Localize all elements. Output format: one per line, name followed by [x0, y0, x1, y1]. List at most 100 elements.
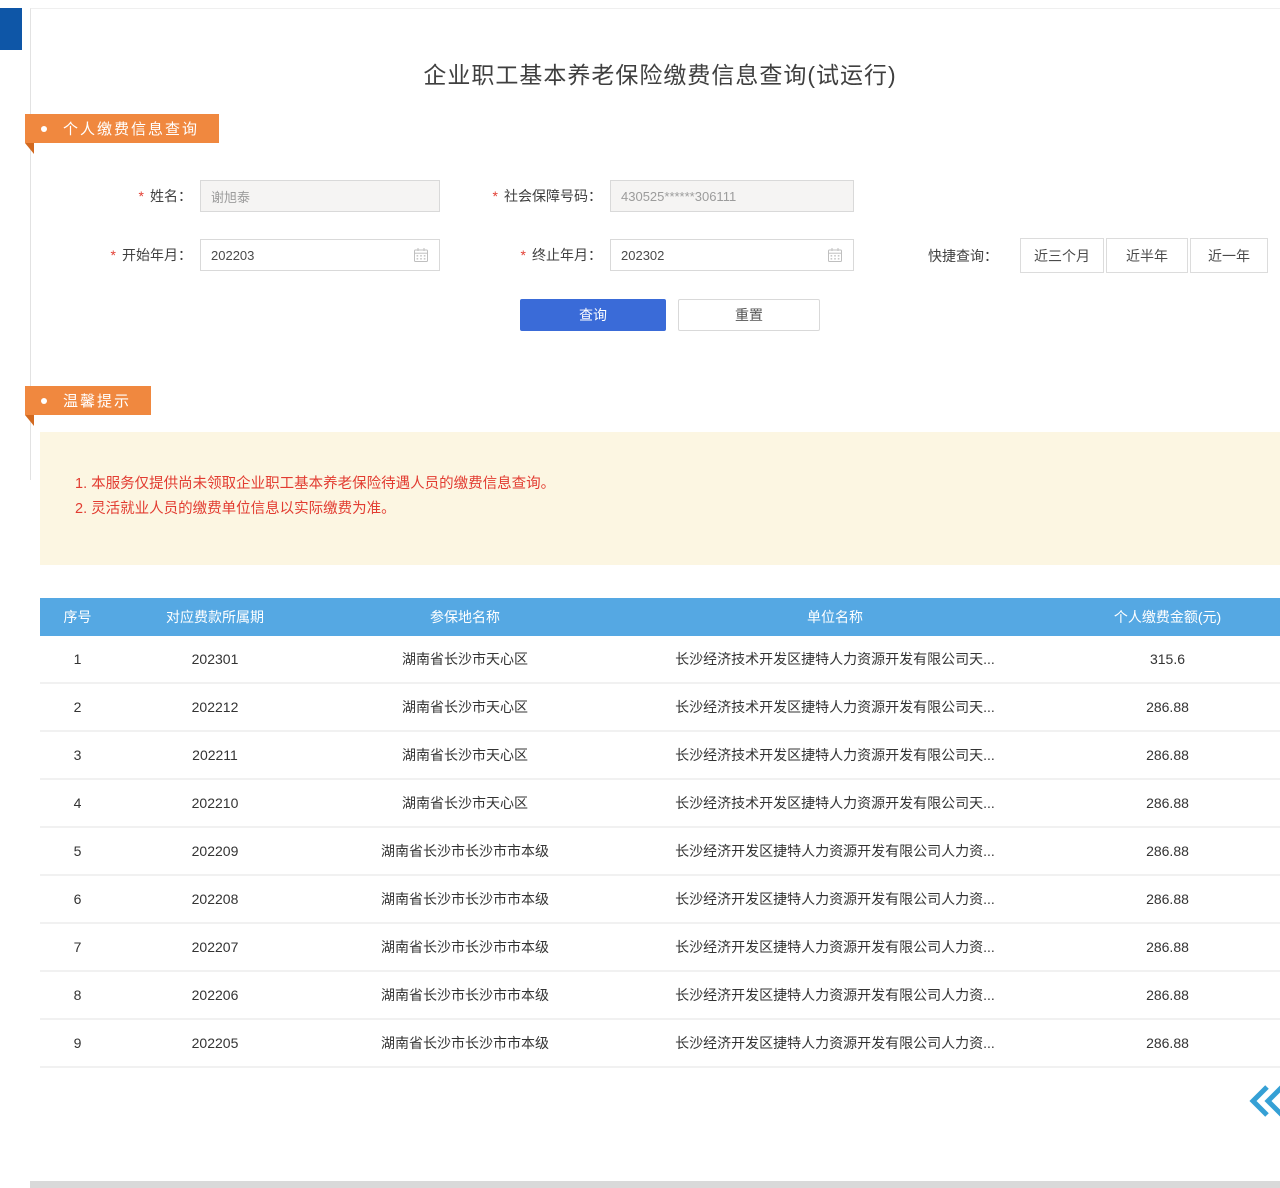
- tip-line: 2. 灵活就业人员的缴费单位信息以实际缴费为准。: [75, 497, 1260, 522]
- bottom-scroll-strip[interactable]: [30, 1181, 1280, 1188]
- bullet-dot-icon: [41, 126, 47, 132]
- cell-amount: 286.88: [1055, 843, 1280, 859]
- cell-period: 202210: [115, 795, 315, 811]
- cell-period: 202212: [115, 699, 315, 715]
- table-row: 2 202212 湖南省长沙市天心区 长沙经济技术开发区捷特人力资源开发有限公司…: [40, 684, 1280, 732]
- table-row: 1 202301 湖南省长沙市天心区 长沙经济技术开发区捷特人力资源开发有限公司…: [40, 636, 1280, 684]
- calendar-icon[interactable]: [413, 247, 429, 263]
- start-month-label-text: 开始年月：: [122, 245, 192, 265]
- cell-period: 202207: [115, 939, 315, 955]
- table-row: 8 202206 湖南省长沙市长沙市市本级 长沙经济开发区捷特人力资源开发有限公…: [40, 972, 1280, 1020]
- cell-insured-place: 湖南省长沙市长沙市市本级: [315, 841, 615, 861]
- cell-employer: 长沙经济开发区捷特人力资源开发有限公司人力资...: [615, 889, 1055, 909]
- cell-index: 4: [40, 795, 115, 811]
- section-badge-query: 个人缴费信息查询: [25, 114, 219, 143]
- table-row: 5 202209 湖南省长沙市长沙市市本级 长沙经济开发区捷特人力资源开发有限公…: [40, 828, 1280, 876]
- cell-index: 5: [40, 843, 115, 859]
- header-index: 序号: [40, 607, 115, 627]
- required-mark: *: [139, 188, 144, 204]
- table-header-row: 序号 对应费款所属期 参保地名称 单位名称 个人缴费金额(元): [40, 598, 1280, 636]
- results-table: 序号 对应费款所属期 参保地名称 单位名称 个人缴费金额(元) 1 202301…: [40, 598, 1280, 1068]
- cell-employer: 长沙经济技术开发区捷特人力资源开发有限公司天...: [615, 649, 1055, 669]
- cell-employer: 长沙经济技术开发区捷特人力资源开发有限公司天...: [615, 745, 1055, 765]
- ssn-label-text: 社会保障号码：: [504, 186, 602, 206]
- cell-employer: 长沙经济开发区捷特人力资源开发有限公司人力资...: [615, 841, 1055, 861]
- ssn-label: * 社会保障号码：: [440, 180, 602, 212]
- double-chevron-left-icon[interactable]: [1246, 1082, 1280, 1125]
- cell-employer: 长沙经济开发区捷特人力资源开发有限公司人力资...: [615, 1033, 1055, 1053]
- reset-button[interactable]: 重置: [678, 299, 820, 331]
- cell-insured-place: 湖南省长沙市长沙市市本级: [315, 1033, 615, 1053]
- cell-period: 202211: [115, 747, 315, 763]
- quick-last-year-button[interactable]: 近一年: [1190, 238, 1268, 273]
- section-badge-query-label: 个人缴费信息查询: [63, 118, 199, 139]
- cell-index: 8: [40, 987, 115, 1003]
- start-month-input[interactable]: [201, 240, 413, 270]
- header-employer: 单位名称: [615, 607, 1055, 627]
- cell-index: 9: [40, 1035, 115, 1051]
- ssn-input[interactable]: [610, 180, 854, 212]
- required-mark: *: [521, 247, 526, 263]
- cell-insured-place: 湖南省长沙市天心区: [315, 649, 615, 669]
- table-row: 9 202205 湖南省长沙市长沙市市本级 长沙经济开发区捷特人力资源开发有限公…: [40, 1020, 1280, 1068]
- table-row: 4 202210 湖南省长沙市天心区 长沙经济技术开发区捷特人力资源开发有限公司…: [40, 780, 1280, 828]
- cell-period: 202208: [115, 891, 315, 907]
- cell-index: 7: [40, 939, 115, 955]
- section-badge-tips: 温馨提示: [25, 386, 151, 415]
- header-amount: 个人缴费金额(元): [1055, 607, 1280, 627]
- cell-insured-place: 湖南省长沙市长沙市市本级: [315, 985, 615, 1005]
- table-row: 6 202208 湖南省长沙市长沙市市本级 长沙经济开发区捷特人力资源开发有限公…: [40, 876, 1280, 924]
- cell-index: 6: [40, 891, 115, 907]
- quick-last-3-months-button[interactable]: 近三个月: [1020, 238, 1104, 273]
- tips-notice-box: 1. 本服务仅提供尚未领取企业职工基本养老保险待遇人员的缴费信息查询。 2. 灵…: [40, 432, 1280, 565]
- table-row: 7 202207 湖南省长沙市长沙市市本级 长沙经济开发区捷特人力资源开发有限公…: [40, 924, 1280, 972]
- sidebar-corner-block: [0, 8, 22, 50]
- end-month-label-text: 终止年月：: [532, 245, 602, 265]
- header-insured-place: 参保地名称: [315, 607, 615, 627]
- end-month-label: * 终止年月：: [470, 239, 602, 271]
- cell-amount: 286.88: [1055, 747, 1280, 763]
- required-mark: *: [493, 188, 498, 204]
- start-month-field: [200, 239, 440, 271]
- tip-line: 1. 本服务仅提供尚未领取企业职工基本养老保险待遇人员的缴费信息查询。: [75, 472, 1260, 497]
- cell-employer: 长沙经济开发区捷特人力资源开发有限公司人力资...: [615, 937, 1055, 957]
- quick-query-label: 快捷查询：: [928, 239, 998, 273]
- cell-amount: 286.88: [1055, 795, 1280, 811]
- start-month-label: * 开始年月：: [60, 239, 192, 271]
- cell-index: 1: [40, 651, 115, 667]
- name-input[interactable]: [200, 180, 440, 212]
- cell-index: 2: [40, 699, 115, 715]
- table-row: 3 202211 湖南省长沙市天心区 长沙经济技术开发区捷特人力资源开发有限公司…: [40, 732, 1280, 780]
- cell-insured-place: 湖南省长沙市天心区: [315, 745, 615, 765]
- cell-index: 3: [40, 747, 115, 763]
- cell-period: 202301: [115, 651, 315, 667]
- calendar-icon[interactable]: [827, 247, 843, 263]
- bullet-dot-icon: [41, 398, 47, 404]
- cell-employer: 长沙经济技术开发区捷特人力资源开发有限公司天...: [615, 793, 1055, 813]
- cell-period: 202205: [115, 1035, 315, 1051]
- section-badge-tips-label: 温馨提示: [63, 390, 131, 411]
- cell-employer: 长沙经济开发区捷特人力资源开发有限公司人力资...: [615, 985, 1055, 1005]
- end-month-field: [610, 239, 854, 271]
- name-label: * 姓名：: [80, 180, 192, 212]
- quick-query-group: 近三个月 近半年 近一年: [1020, 238, 1268, 273]
- cell-insured-place: 湖南省长沙市长沙市市本级: [315, 937, 615, 957]
- name-label-text: 姓名：: [150, 186, 192, 206]
- page-title: 企业职工基本养老保险缴费信息查询(试运行): [40, 56, 1280, 90]
- header-period: 对应费款所属期: [115, 607, 315, 627]
- end-month-input[interactable]: [611, 240, 827, 270]
- quick-last-half-year-button[interactable]: 近半年: [1106, 238, 1188, 273]
- pension-query-page: 企业职工基本养老保险缴费信息查询(试运行) 个人缴费信息查询 * 姓名： * 社…: [0, 0, 1280, 1188]
- cell-insured-place: 湖南省长沙市天心区: [315, 697, 615, 717]
- cell-employer: 长沙经济技术开发区捷特人力资源开发有限公司天...: [615, 697, 1055, 717]
- cell-amount: 286.88: [1055, 699, 1280, 715]
- required-mark: *: [111, 247, 116, 263]
- cell-amount: 286.88: [1055, 987, 1280, 1003]
- cell-insured-place: 湖南省长沙市天心区: [315, 793, 615, 813]
- cell-period: 202209: [115, 843, 315, 859]
- query-button[interactable]: 查询: [520, 299, 666, 331]
- cell-period: 202206: [115, 987, 315, 1003]
- cell-amount: 286.88: [1055, 1035, 1280, 1051]
- cell-insured-place: 湖南省长沙市长沙市市本级: [315, 889, 615, 909]
- cell-amount: 286.88: [1055, 891, 1280, 907]
